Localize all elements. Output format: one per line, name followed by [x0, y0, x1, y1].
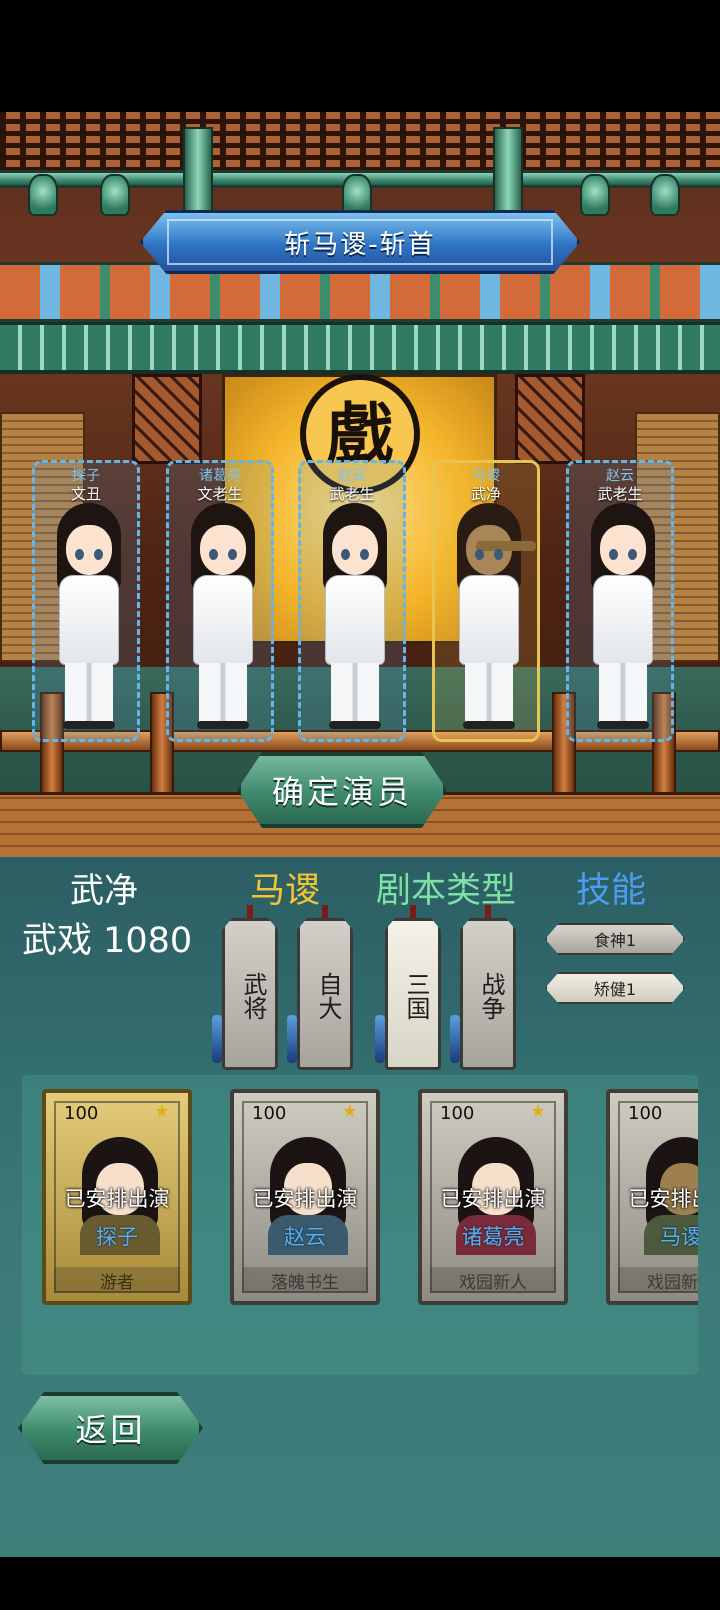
roof-vase — [28, 174, 58, 216]
roof-vase — [342, 174, 372, 216]
tassel-icon — [375, 1015, 385, 1063]
actor-level: 100 — [440, 1103, 475, 1124]
skill-label: 矫健1 — [593, 980, 637, 999]
actor-name: 诸葛亮 — [461, 1225, 525, 1249]
trait-tag: 武将 — [222, 918, 278, 1070]
star-icon: ★ — [153, 1101, 170, 1122]
actor-level: 100 — [628, 1103, 663, 1124]
actor-status: 已安排出演 — [628, 1187, 699, 1211]
game-screen: 斩马谡-斩首 戲 探子 文丑 诸葛亮 文老生 赵云 武老生 马谡 武净 赵云 武… — [0, 0, 720, 1610]
slot-character-name: 赵云 — [606, 468, 634, 484]
slot-character-name: 赵云 — [338, 468, 366, 484]
slot-role-type: 文老生 — [197, 485, 243, 503]
actor-status: 已安排出演 — [64, 1187, 170, 1211]
actor-status: 已安排出演 — [252, 1187, 358, 1211]
actor-card[interactable]: 100 ★ 已安排出演 诸葛亮 戏园新人 — [418, 1089, 568, 1305]
script-type-tag-text: 三国 — [402, 972, 430, 1020]
actor-card[interactable]: 100 ★ 已安排出演 赵云 落魄书生 — [230, 1089, 380, 1305]
actor-figure — [183, 503, 263, 733]
trait-tag-text: 自大 — [314, 972, 342, 1020]
star-icon: ★ — [341, 1101, 358, 1122]
script-type-tag-text: 战争 — [477, 972, 505, 1020]
actor-title: 戏园新人 — [647, 1272, 698, 1293]
actor-card-list[interactable]: 100 ★ 已安排出演 探子 游者 100 ★ 已安排出演 赵云 落魄书生 10… — [22, 1075, 698, 1375]
slot-role-type: 武老生 — [329, 485, 375, 503]
actor-figure — [315, 503, 395, 733]
skill-badge[interactable]: 食神1 — [545, 923, 685, 955]
balcony-rail — [0, 322, 720, 374]
stage-glyph: 戲 — [327, 395, 393, 473]
roof-vase — [580, 174, 610, 216]
tassel-icon — [212, 1015, 222, 1063]
actor-figure — [449, 503, 536, 733]
slot-role-type: 武老生 — [597, 485, 643, 503]
actor-slot[interactable]: 赵云 武老生 — [298, 460, 406, 742]
actor-card[interactable]: 100 ★ 已安排出演 马谡 戏园新人 — [606, 1089, 698, 1305]
play-title-banner: 斩马谡-斩首 — [140, 210, 580, 274]
script-type-header: 剧本类型 — [376, 871, 517, 911]
lattice-window — [515, 374, 585, 464]
tassel-icon — [450, 1015, 460, 1063]
roof-lattice — [0, 112, 720, 172]
character-header: 马谡 — [250, 871, 321, 911]
slot-character-name: 诸葛亮 — [199, 468, 241, 484]
trait-tag: 自大 — [297, 918, 353, 1070]
actor-title: 游者 — [100, 1272, 134, 1293]
actor-name: 马谡 — [660, 1225, 698, 1249]
slot-role-type: 文丑 — [70, 485, 101, 503]
confirm-cast-label: 确定演员 — [271, 773, 412, 811]
skill-badge[interactable]: 矫健1 — [545, 972, 685, 1004]
slot-role-type: 武净 — [470, 485, 501, 503]
actor-level: 100 — [64, 1103, 99, 1124]
star-icon: ★ — [529, 1101, 546, 1122]
tassel-icon — [287, 1015, 297, 1063]
actor-title: 落魄书生 — [271, 1272, 339, 1293]
actor-name: 赵云 — [284, 1225, 326, 1249]
actor-status: 已安排出演 — [440, 1187, 546, 1211]
skill-label: 食神1 — [593, 931, 637, 950]
script-type-tag: 战争 — [460, 918, 516, 1070]
selected-role-score: 武戏 1080 — [22, 921, 193, 961]
play-title: 斩马谡-斩首 — [284, 229, 436, 260]
theater-stage: 斩马谡-斩首 戲 探子 文丑 诸葛亮 文老生 赵云 武老生 马谡 武净 赵云 武… — [0, 112, 720, 857]
actor-level: 100 — [252, 1103, 287, 1124]
confirm-cast-button[interactable]: 确定演员 — [237, 752, 447, 828]
actor-name: 探子 — [96, 1225, 138, 1249]
actor-figure — [583, 503, 663, 733]
skills-header: 技能 — [576, 871, 647, 911]
actor-card[interactable]: 100 ★ 已安排出演 探子 游者 — [42, 1089, 192, 1305]
slot-character-name: 探子 — [72, 468, 100, 484]
selected-role-type: 武净 — [70, 871, 138, 911]
lattice-window — [132, 374, 202, 464]
back-label: 返回 — [75, 1411, 146, 1449]
roof-vase — [100, 174, 130, 216]
back-button[interactable]: 返回 — [18, 1392, 203, 1464]
actor-slot[interactable]: 诸葛亮 文老生 — [166, 460, 274, 742]
actor-figure — [49, 503, 129, 733]
actor-slot-selected[interactable]: 马谡 武净 — [432, 460, 540, 742]
actor-title: 戏园新人 — [459, 1272, 527, 1293]
actor-slot[interactable]: 赵云 武老生 — [566, 460, 674, 742]
slot-character-name: 马谡 — [472, 468, 500, 484]
roof-vase — [650, 174, 680, 216]
script-type-tag: 三国 — [385, 918, 441, 1070]
actor-slot[interactable]: 探子 文丑 — [32, 460, 140, 742]
trait-tag-text: 武将 — [239, 972, 267, 1020]
